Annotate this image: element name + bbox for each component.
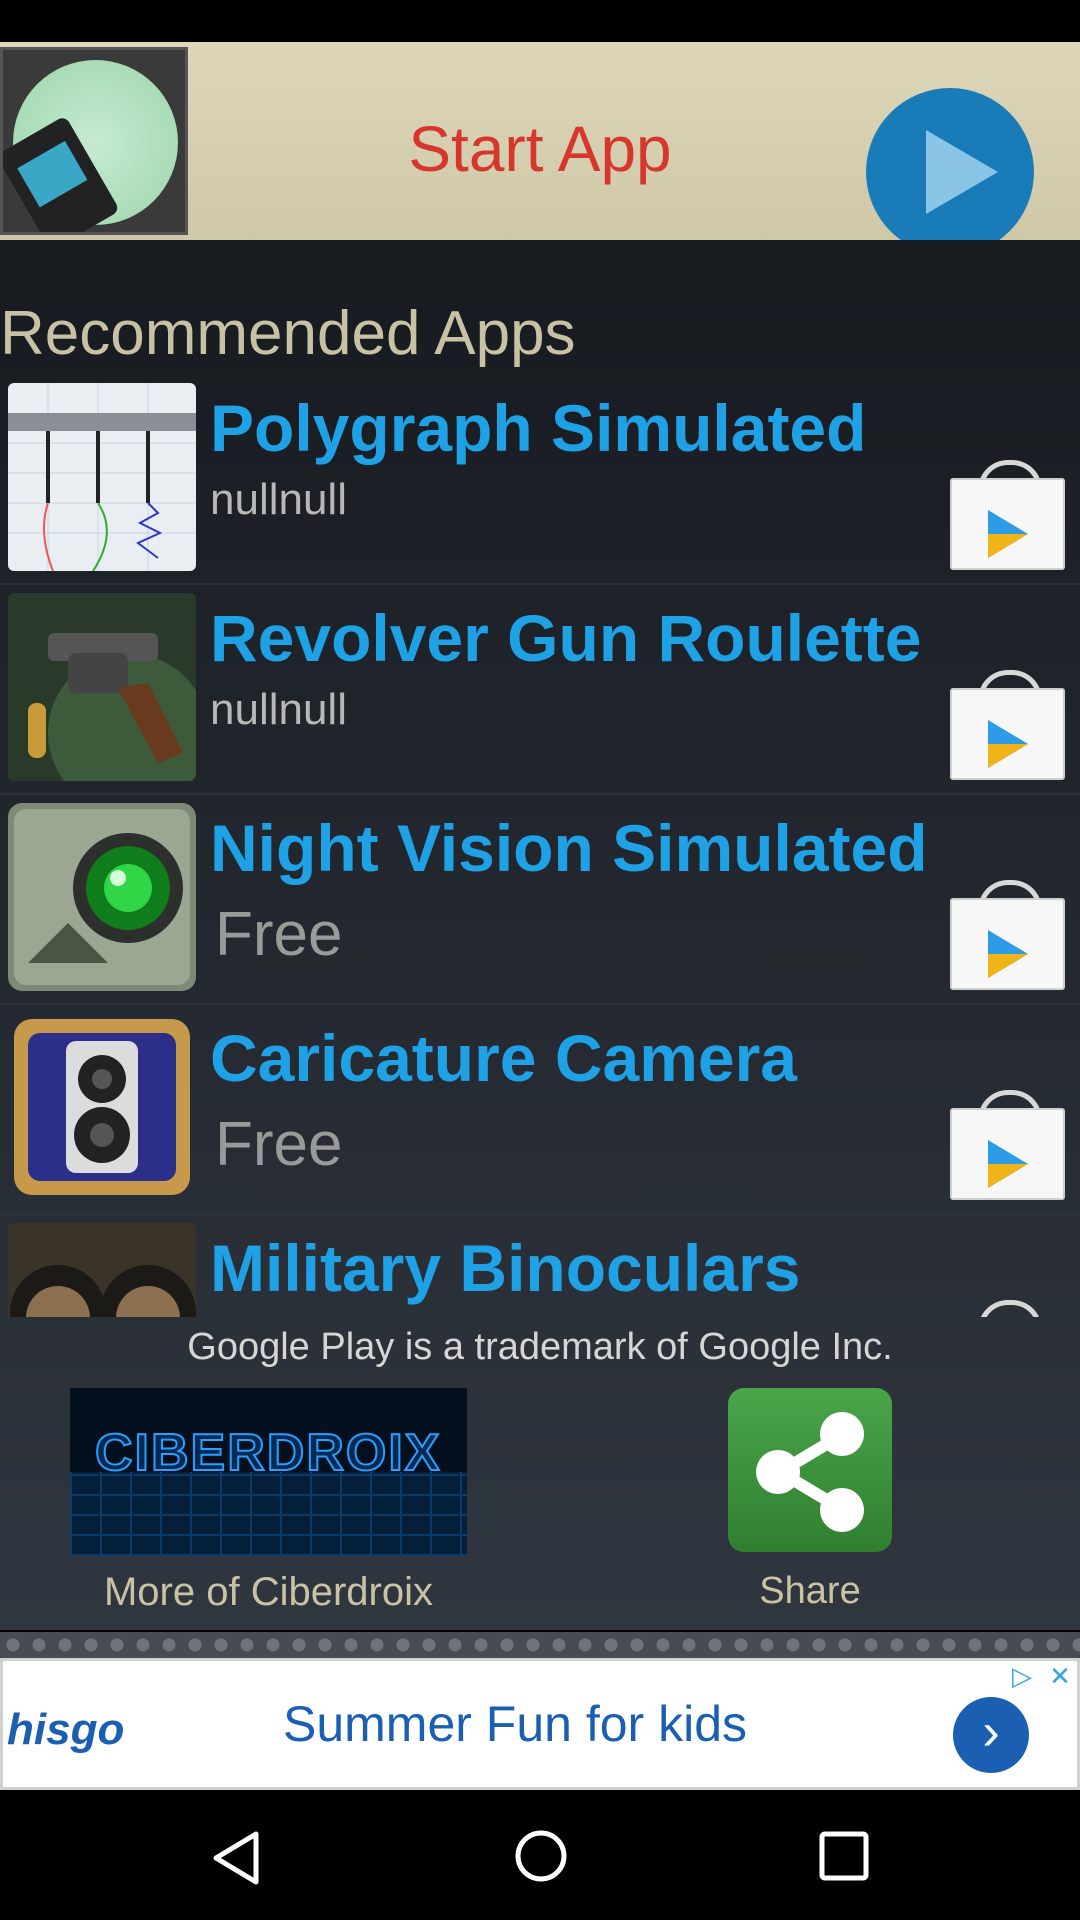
play-store-icon[interactable] bbox=[950, 880, 1065, 990]
app-price: nullnull bbox=[210, 475, 347, 524]
share-button[interactable] bbox=[728, 1388, 892, 1552]
app-price: Free bbox=[215, 900, 343, 969]
ad-banner[interactable]: hisgo Summer Fun for kids › ▷ ✕ bbox=[0, 1658, 1080, 1790]
back-icon[interactable] bbox=[210, 1830, 262, 1886]
app-price: Free bbox=[215, 1110, 343, 1179]
caricature-camera-app-icon bbox=[8, 1013, 196, 1201]
ad-choices[interactable]: ▷ ✕ bbox=[1007, 1661, 1077, 1693]
adchoices-icon[interactable]: ▷ bbox=[1007, 1661, 1037, 1691]
start-app-banner[interactable]: Start App bbox=[0, 42, 1080, 256]
app-name: Night Vision Simulated bbox=[210, 811, 928, 885]
polygraph-app-icon bbox=[8, 383, 196, 571]
list-item[interactable]: Military Binoculars bbox=[0, 1215, 1080, 1317]
night-vision-app-icon bbox=[8, 803, 196, 991]
share-icon bbox=[756, 1412, 864, 1532]
play-store-icon[interactable] bbox=[950, 670, 1065, 780]
ad-text[interactable]: Summer Fun for kids bbox=[283, 1695, 747, 1753]
list-item[interactable]: Revolver Gun Roulette nullnull bbox=[0, 585, 1080, 795]
navigation-bar bbox=[0, 1790, 1080, 1920]
ciberdroix-logo[interactable]: CIBERDROIX bbox=[70, 1388, 467, 1556]
app-name: Revolver Gun Roulette bbox=[210, 601, 922, 675]
ad-brand-logo: hisgo bbox=[7, 1705, 125, 1754]
more-apps-link[interactable]: More of Ciberdroix bbox=[70, 1570, 467, 1615]
play-store-icon[interactable] bbox=[950, 1090, 1065, 1200]
app-name: Polygraph Simulated bbox=[210, 391, 867, 465]
app-name: Caricature Camera bbox=[210, 1021, 797, 1095]
trademark-notice: Google Play is a trademark of Google Inc… bbox=[187, 1326, 893, 1368]
close-icon[interactable]: ✕ bbox=[1045, 1661, 1075, 1691]
app-name: Military Binoculars bbox=[210, 1231, 801, 1305]
list-item[interactable]: Night Vision Simulated Free bbox=[0, 795, 1080, 1005]
revolver-app-icon bbox=[8, 593, 196, 781]
chevron-right-icon[interactable]: › bbox=[953, 1697, 1029, 1773]
list-item[interactable]: Polygraph Simulated nullnull bbox=[0, 375, 1080, 585]
section-title: Recommended Apps bbox=[0, 299, 576, 368]
recent-apps-icon[interactable] bbox=[818, 1830, 870, 1882]
start-app-title[interactable]: Start App bbox=[330, 112, 750, 186]
status-bar bbox=[0, 0, 1080, 42]
app-list[interactable]: Polygraph Simulated nullnull Revolver Gu… bbox=[0, 375, 1080, 1317]
start-app-thumbnail bbox=[0, 47, 188, 235]
play-icon[interactable] bbox=[866, 88, 1034, 256]
app-price: nullnull bbox=[210, 685, 347, 734]
play-store-icon[interactable] bbox=[950, 460, 1065, 570]
home-icon[interactable] bbox=[513, 1828, 569, 1884]
play-store-icon[interactable] bbox=[950, 1300, 1065, 1317]
binoculars-app-icon bbox=[8, 1223, 196, 1317]
share-label: Share bbox=[759, 1570, 861, 1612]
list-item[interactable]: Caricature Camera Free bbox=[0, 1005, 1080, 1215]
ciberdroix-logo-text: CIBERDROIX bbox=[94, 1423, 442, 1483]
main-content: Recommended Apps Polygraph Simulated nul… bbox=[0, 240, 1080, 1630]
divider bbox=[0, 1632, 1080, 1658]
